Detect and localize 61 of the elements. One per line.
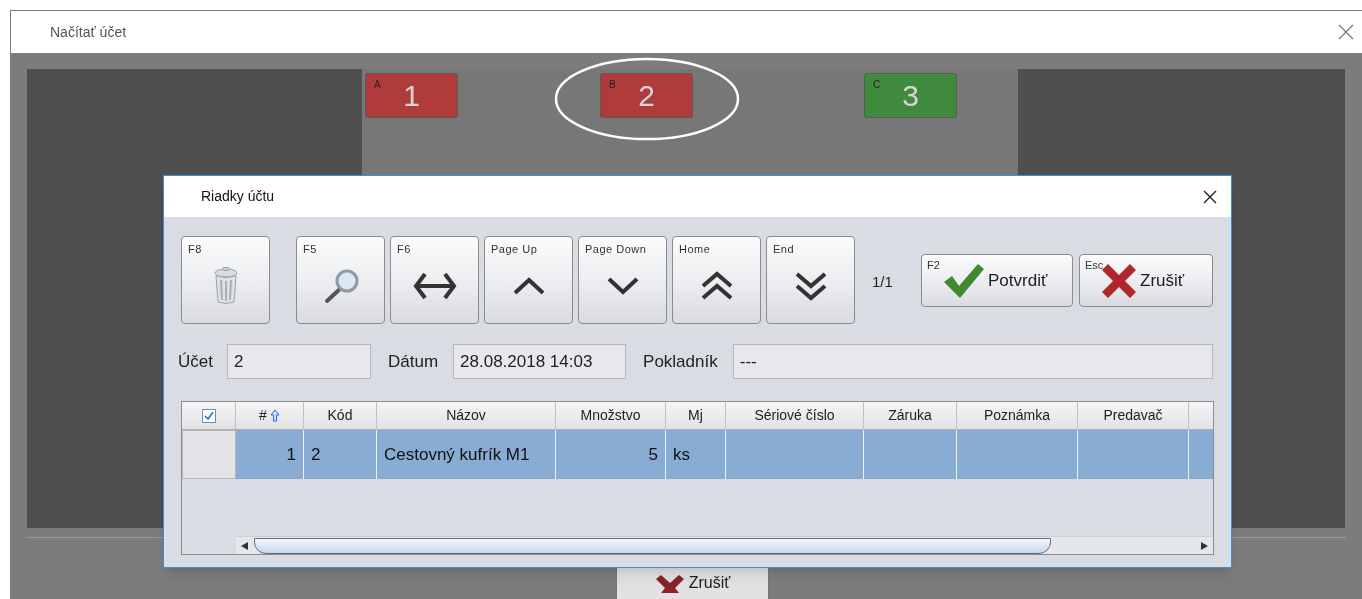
window-title: Načítať účet	[50, 22, 127, 42]
toolbar-button[interactable]: F6	[390, 236, 479, 324]
table-cell: ks	[666, 430, 726, 479]
shortcut-label: F6	[397, 242, 411, 257]
horizontal-scrollbar[interactable]	[236, 536, 1213, 554]
shortcut-label: Page Down	[585, 242, 647, 257]
table-cell: 1	[236, 430, 304, 479]
table-row[interactable]: 1 2 Cestovný kufrík M1 5 ks	[182, 430, 1213, 479]
table-cell: 5	[556, 430, 666, 479]
field-label: Účet	[178, 350, 213, 373]
table-letter: B	[609, 78, 616, 92]
table-button[interactable]: A 1	[365, 73, 458, 118]
text-field[interactable]: 28.08.2018 14:03	[453, 344, 627, 379]
toolbar-button[interactable]: F5	[296, 236, 385, 324]
shortcut-label: Home	[679, 242, 711, 257]
column-header[interactable]: Názov	[377, 402, 556, 429]
column-header[interactable]: Poznámka	[957, 402, 1078, 429]
cancel-button[interactable]: Esc Zrušiť	[1079, 254, 1213, 307]
select-all-checkbox[interactable]	[201, 408, 216, 423]
table-button[interactable]: C 3	[864, 73, 957, 118]
confirm-button[interactable]: F2 Potvrdiť	[921, 254, 1073, 307]
column-header[interactable]: #	[236, 402, 304, 429]
double-chevron-up-icon	[700, 271, 733, 301]
table-cell: 2	[304, 430, 377, 479]
toolbar-button[interactable]: F8	[181, 236, 270, 324]
chevron-up-icon	[512, 277, 545, 295]
column-header[interactable]: Predavač	[1078, 402, 1189, 429]
shortcut-label: End	[773, 242, 795, 257]
close-icon	[1338, 24, 1354, 40]
dialog-title: Riadky účtu	[201, 187, 275, 206]
chevron-down-icon	[606, 277, 639, 295]
toolbar-button[interactable]: Page Up	[484, 236, 573, 324]
field-label: Dátum	[387, 350, 439, 373]
double-chevron-down-icon	[794, 271, 827, 301]
shortcut-label: F5	[303, 242, 317, 257]
table-cell: Cestovný kufrík M1	[377, 430, 556, 479]
close-icon	[1203, 189, 1217, 204]
shortcut-label: F2	[927, 258, 940, 273]
checkmark-icon	[942, 261, 986, 300]
scrollbar-thumb[interactable]	[254, 537, 1051, 554]
text-field[interactable]: ---	[732, 344, 1213, 379]
table-letter: A	[374, 78, 381, 92]
shortcut-label: Page Up	[491, 242, 538, 257]
toolbar-button[interactable]: End	[766, 236, 855, 324]
shortcut-label: F8	[188, 242, 202, 257]
column-header[interactable]: Mj	[666, 402, 726, 429]
toolbar-button[interactable]: Page Down	[578, 236, 667, 324]
column-header[interactable]: Kód	[304, 402, 377, 429]
trash-icon	[212, 267, 239, 305]
column-header[interactable]: Sériové číslo	[726, 402, 864, 429]
column-header[interactable]: Záruka	[864, 402, 957, 429]
toolbar-button[interactable]: Home	[672, 236, 761, 324]
column-header[interactable]: Množstvo	[556, 402, 666, 429]
text-field[interactable]: 2	[226, 344, 371, 379]
field-label: Pokladník	[643, 350, 718, 373]
double-arrow-icon	[412, 271, 457, 301]
shortcut-label: Esc	[1085, 258, 1104, 273]
table-letter: C	[873, 78, 881, 92]
check-icon	[203, 410, 214, 421]
page-indicator: 1/1	[872, 272, 894, 292]
table-button[interactable]: B 2	[600, 73, 693, 118]
